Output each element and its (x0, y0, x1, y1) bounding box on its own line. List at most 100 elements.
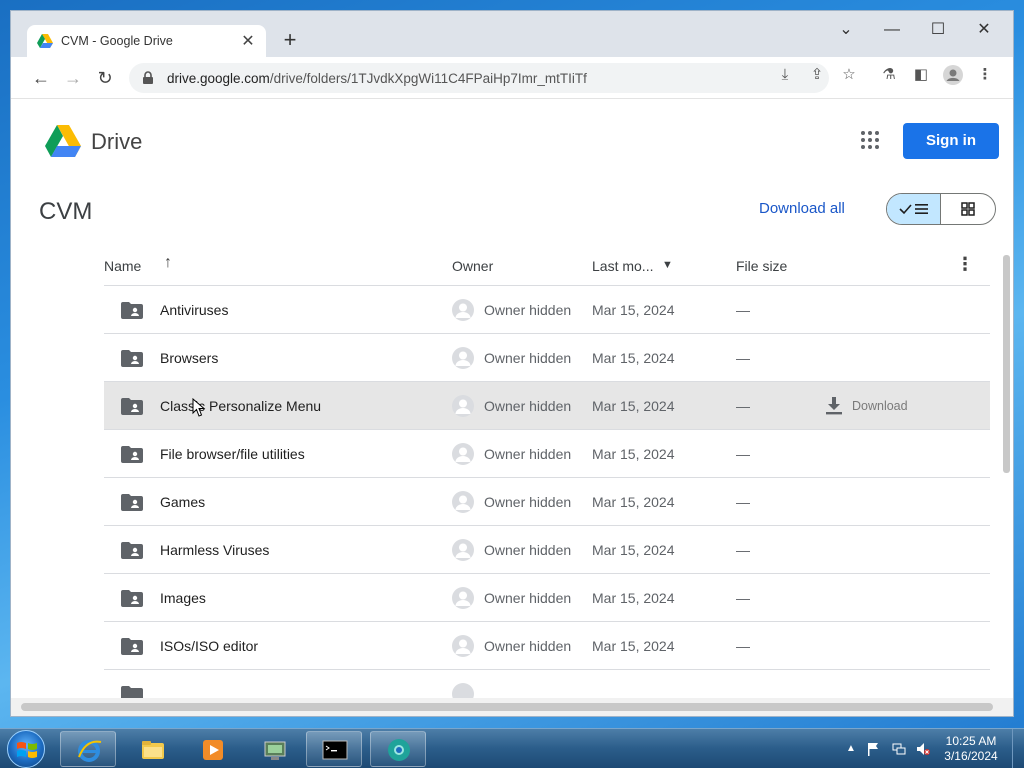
owner-text: Owner hidden (484, 446, 572, 462)
modified-date: Mar 15, 2024 (592, 398, 675, 414)
action-center-flag-icon[interactable] (866, 742, 880, 756)
shared-folder-icon (121, 446, 143, 463)
tab-title: CVM - Google Drive (61, 34, 173, 48)
media-player-icon (200, 737, 226, 763)
owner-avatar-icon (452, 539, 474, 561)
new-tab-icon[interactable]: + (279, 28, 301, 52)
file-name[interactable]: Games (160, 494, 205, 510)
extensions-icon[interactable]: ⚗ (877, 63, 901, 87)
row-download-button[interactable]: Download (826, 397, 908, 415)
side-panel-icon[interactable]: ◧ (909, 63, 933, 87)
column-header-last-modified[interactable]: Last mo... (592, 258, 653, 274)
download-all-button[interactable]: Download all (759, 200, 845, 217)
column-header-owner[interactable]: Owner (452, 258, 493, 274)
owner-avatar-icon (452, 443, 474, 465)
more-options-icon[interactable]: ⋮ (956, 254, 974, 275)
tab-close-icon[interactable]: ✕ (240, 31, 256, 51)
file-name[interactable]: Antiviruses (160, 302, 228, 318)
modified-date: Mar 15, 2024 (592, 494, 675, 510)
table-row[interactable]: Antiviruses Owner hidden Mar 15, 2024 — (104, 286, 990, 334)
dropdown-arrow-icon[interactable]: ▼ (662, 259, 673, 271)
table-row-hovered[interactable]: Classic Personalize Menu Owner hidden Ma… (104, 382, 990, 430)
file-size: — (736, 302, 750, 318)
show-desktop-button[interactable] (1012, 729, 1024, 768)
system-clock[interactable]: 10:25 AM 3/16/2024 (935, 734, 1007, 764)
sort-ascending-icon[interactable]: ↑ (164, 254, 172, 272)
owner-avatar-icon (452, 587, 474, 609)
profile-icon[interactable] (941, 63, 965, 87)
table-row[interactable]: Games Owner hidden Mar 15, 2024 — (104, 478, 990, 526)
drive-page: Drive Sign in CVM Download all Name ↑ Ow… (11, 100, 1013, 716)
url-host: drive.google.com (167, 70, 270, 86)
tab-search-icon[interactable]: ⌄ (831, 17, 861, 43)
owner-avatar-icon (452, 299, 474, 321)
shared-folder-icon (121, 638, 143, 655)
start-button[interactable] (7, 730, 45, 768)
address-bar[interactable]: drive.google.com/drive/folders/1TJvdkXpg… (129, 63, 829, 93)
minimize-icon[interactable]: — (877, 17, 907, 43)
back-icon[interactable]: ← (29, 66, 53, 90)
table-row[interactable]: Harmless Viruses Owner hidden Mar 15, 20… (104, 526, 990, 574)
taskbar-browser[interactable] (370, 731, 426, 767)
owner-text: Owner hidden (484, 542, 572, 558)
volume-muted-icon[interactable] (916, 742, 930, 756)
table-row[interactable]: File browser/file utilities Owner hidden… (104, 430, 990, 478)
modified-date: Mar 15, 2024 (592, 446, 675, 462)
file-name[interactable]: Browsers (160, 350, 218, 366)
table-row[interactable]: Images Owner hidden Mar 15, 2024 — (104, 574, 990, 622)
modified-date: Mar 15, 2024 (592, 542, 675, 558)
maximize-icon[interactable]: ☐ (923, 17, 953, 43)
browser-tab[interactable]: CVM - Google Drive ✕ (27, 25, 266, 57)
forward-icon[interactable]: → (61, 66, 85, 90)
google-drive-logo-icon (45, 124, 81, 158)
list-view-button[interactable] (887, 194, 942, 224)
folder-explorer-icon (140, 737, 166, 763)
shared-folder-icon (121, 590, 143, 607)
column-header-file-size[interactable]: File size (736, 258, 787, 274)
owner-text: Owner hidden (484, 638, 572, 654)
download-label: Download (852, 399, 908, 413)
grid-view-button[interactable] (941, 194, 995, 224)
file-size: — (736, 494, 750, 510)
file-name[interactable]: Classic Personalize Menu (160, 398, 321, 414)
table-row[interactable]: Browsers Owner hidden Mar 15, 2024 — (104, 334, 990, 382)
sign-in-button[interactable]: Sign in (903, 123, 999, 159)
owner-avatar-icon (452, 347, 474, 369)
share-icon[interactable]: ⇪ (805, 63, 829, 87)
file-name[interactable]: Harmless Viruses (160, 542, 269, 558)
file-name[interactable]: File browser/file utilities (160, 446, 305, 462)
table-row[interactable]: ISOs/ISO editor Owner hidden Mar 15, 202… (104, 622, 990, 670)
horizontal-scrollbar[interactable] (21, 703, 993, 711)
taskbar-command-prompt[interactable] (306, 731, 362, 767)
owner-text: Owner hidden (484, 494, 572, 510)
file-size: — (736, 350, 750, 366)
file-size: — (736, 542, 750, 558)
file-size: — (736, 446, 750, 462)
column-header-name[interactable]: Name (104, 258, 141, 274)
command-prompt-icon (322, 737, 348, 763)
show-hidden-icons-icon[interactable]: ▲ (846, 742, 860, 756)
network-icon[interactable] (892, 742, 906, 756)
file-name[interactable]: Images (160, 590, 206, 606)
install-app-icon[interactable]: ⤓ (773, 63, 797, 87)
owner-avatar-icon (452, 635, 474, 657)
vertical-scrollbar[interactable] (1003, 255, 1010, 473)
browser-menu-icon[interactable]: ⋮ (973, 63, 997, 87)
taskbar-internet-explorer[interactable] (60, 731, 116, 767)
close-window-icon[interactable]: ✕ (969, 17, 999, 43)
taskbar-network-app[interactable] (246, 731, 302, 767)
browser-window: CVM - Google Drive ✕ + ⌄ — ☐ ✕ ← → ↻ dri… (10, 10, 1014, 717)
owner-avatar-icon (452, 395, 474, 417)
google-apps-icon[interactable] (861, 131, 879, 149)
tab-strip: CVM - Google Drive ✕ + ⌄ — ☐ ✕ (11, 11, 1013, 57)
bookmark-star-icon[interactable]: ☆ (837, 63, 861, 87)
owner-text: Owner hidden (484, 302, 572, 318)
file-name[interactable]: ISOs/ISO editor (160, 638, 258, 654)
reload-icon[interactable]: ↻ (93, 66, 117, 90)
url-path: /drive/folders/1TJvdkXpgWi11C4FPaiHp7Imr… (269, 70, 587, 86)
taskbar-explorer[interactable] (124, 731, 180, 767)
modified-date: Mar 15, 2024 (592, 590, 675, 606)
taskbar-media-player[interactable] (184, 731, 240, 767)
chromium-browser-icon (386, 737, 412, 763)
folder-title: CVM (39, 198, 93, 225)
